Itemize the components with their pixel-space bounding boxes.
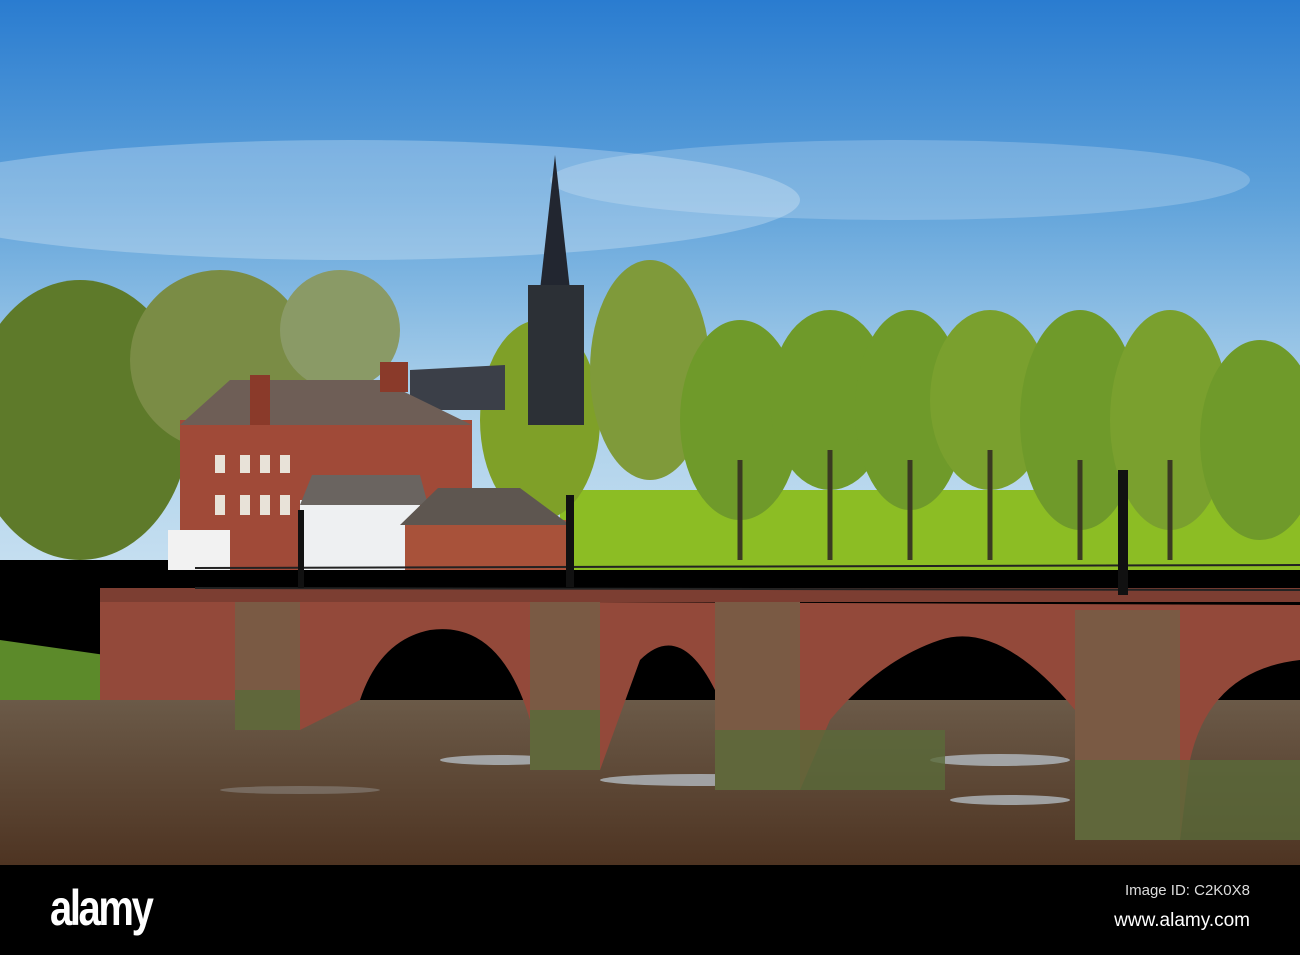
brick-cottage [405,520,570,570]
church-tower [528,285,584,425]
footer-bar: alamy Image ID: C2K0X8 www.alamy.com [0,865,1300,955]
alamy-logo: alamy [50,880,154,936]
website-link: www.alamy.com [1114,910,1250,931]
photo-frame: alamy Image ID: C2K0X8 www.alamy.com [0,0,1300,955]
landscape-photo [0,0,1300,865]
pub-front [168,530,230,570]
image-id: Image ID: C2K0X8 [1124,882,1250,899]
white-building [300,500,420,570]
cloud [550,140,1250,220]
